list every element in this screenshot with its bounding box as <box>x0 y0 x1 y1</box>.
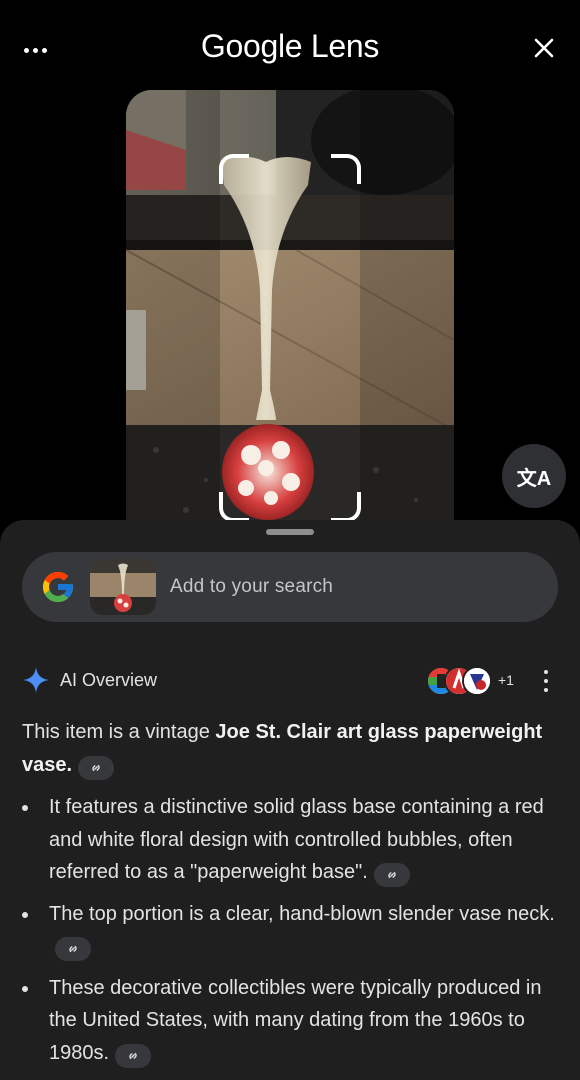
crop-corner-bottom-left[interactable] <box>219 492 249 522</box>
crop-corner-top-left[interactable] <box>219 154 249 184</box>
add-to-search-bar[interactable]: Add to your search <box>22 552 558 622</box>
ai-overview-body: This item is a vintage Joe St. Clair art… <box>22 716 562 1078</box>
list-item: It features a distinctive solid glass ba… <box>22 791 562 889</box>
gemini-sparkle-icon <box>23 667 49 693</box>
top-bar: Google Lens <box>0 0 580 100</box>
close-icon[interactable] <box>532 36 556 60</box>
overview-points: It features a distinctive solid glass ba… <box>22 791 562 1069</box>
add-to-search-placeholder: Add to your search <box>170 576 334 597</box>
source-link-icon[interactable] <box>78 755 115 780</box>
list-item: The top portion is a clear, hand-blown s… <box>22 898 562 963</box>
google-logo-icon <box>43 572 73 602</box>
source-favicon[interactable] <box>462 666 492 696</box>
source-link-icon[interactable] <box>115 1043 152 1068</box>
translate-button[interactable]: 文A <box>502 444 566 508</box>
ai-overview-header: AI Overview +1 <box>22 666 558 696</box>
source-favicons[interactable]: +1 <box>426 666 526 696</box>
ai-overview-title: AI Overview <box>60 670 158 690</box>
translate-icon: 文A <box>516 467 552 490</box>
list-item: These decorative collectibles were typic… <box>22 972 562 1070</box>
sheet-drag-handle[interactable] <box>266 529 314 535</box>
camera-image <box>126 90 454 550</box>
source-link-icon[interactable] <box>55 937 91 961</box>
results-sheet: Add to your search AI Overview +1 This i… <box>0 520 580 1080</box>
selected-image-thumbnail[interactable] <box>90 559 156 615</box>
crop-corner-bottom-right[interactable] <box>331 492 361 522</box>
vase-photo <box>126 90 454 550</box>
source-count: +1 <box>498 672 514 688</box>
overview-intro: This item is a vintage Joe St. Clair art… <box>22 716 562 781</box>
source-link-icon[interactable] <box>373 863 410 887</box>
app-title: Google Lens <box>200 28 380 64</box>
more-vertical-icon[interactable] <box>542 670 550 692</box>
crop-corner-top-right[interactable] <box>331 154 361 184</box>
lens-screen: Google Lens 文A Add to your search AI Ove… <box>0 0 580 1080</box>
